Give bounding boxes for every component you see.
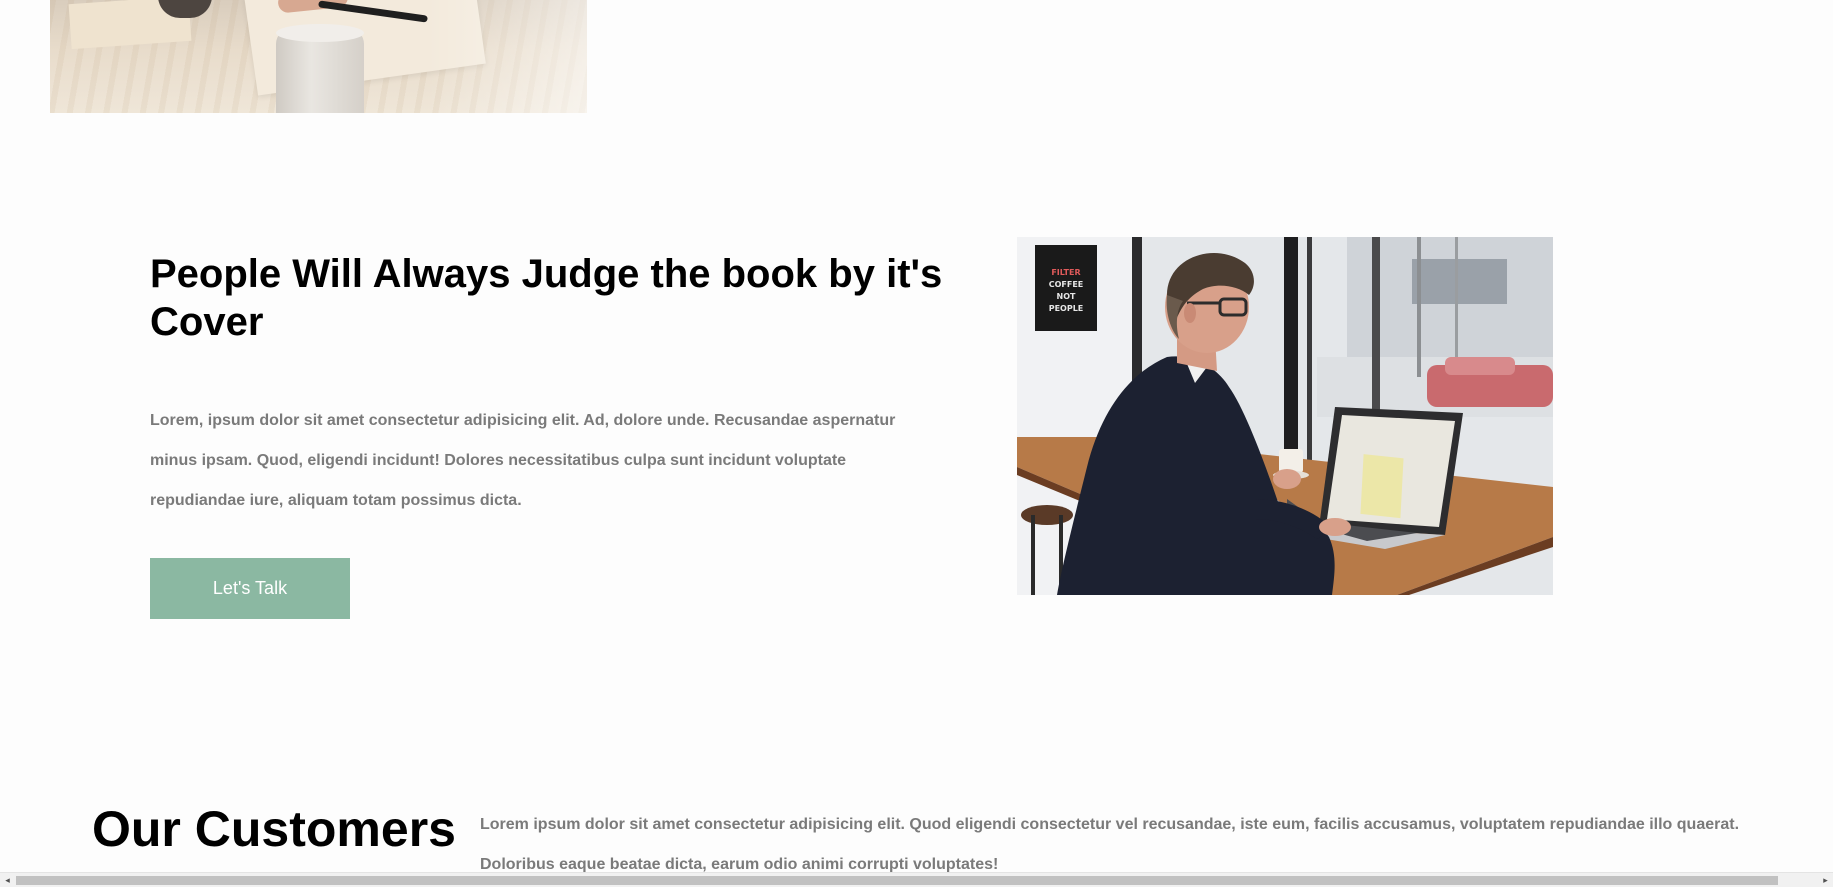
poster-text-line-3: NOT: [1057, 292, 1076, 301]
man-at-laptop-image: FILTER COFFEE NOT PEOPLE: [1017, 237, 1553, 595]
cover-section-title: People Will Always Judge the book by it'…: [150, 252, 943, 344]
cover-section-body: Lorem, ipsum dolor sit amet consectetur …: [150, 412, 896, 509]
page: People Will Always Judge the book by it'…: [0, 0, 1833, 887]
horizontal-scroll-thumb[interactable]: [16, 876, 1778, 885]
scroll-right-arrow-icon[interactable]: ▸: [1818, 873, 1833, 887]
meeting-desk-image: [50, 0, 587, 113]
poster-text-line-4: PEOPLE: [1049, 304, 1084, 313]
horizontal-scrollbar[interactable]: ◂ ▸: [0, 872, 1833, 887]
scroll-left-arrow-icon[interactable]: ◂: [0, 873, 15, 887]
poster-text-line-2: COFFEE: [1049, 280, 1084, 289]
lets-talk-button[interactable]: Let's Talk: [150, 558, 350, 619]
poster-text-line-1: FILTER: [1051, 268, 1080, 277]
